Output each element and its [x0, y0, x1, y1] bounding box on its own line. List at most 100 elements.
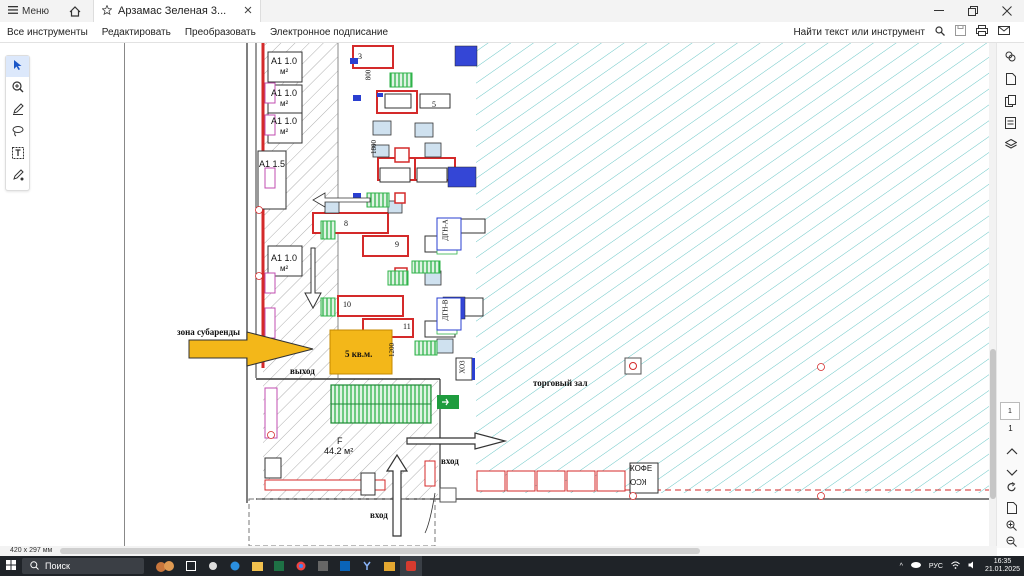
- label-dgn-v: ДГН-В: [441, 299, 450, 321]
- horizontal-scroll-thumb[interactable]: [60, 548, 700, 554]
- explorer-icon[interactable]: [246, 556, 268, 576]
- clock-time: 16:35: [993, 558, 1012, 565]
- restore-button[interactable]: [956, 0, 990, 22]
- edge-icon[interactable]: [224, 556, 246, 576]
- esign-menu[interactable]: Электронное подписание: [263, 27, 395, 38]
- label-3: 3: [358, 52, 362, 61]
- onedrive-icon[interactable]: [910, 562, 921, 570]
- mail-icon[interactable]: [998, 26, 1010, 38]
- copy-icon: [1005, 94, 1016, 110]
- widget-icon[interactable]: [150, 556, 180, 576]
- pdf-page[interactable]: А1 1.0 м² А1 1.0 м² А1 1.0 м² А1 1.5 А1 …: [124, 43, 989, 546]
- camera-app-icon[interactable]: [202, 556, 224, 576]
- search-icon: [30, 560, 39, 572]
- plan-label-a1: А1 1.0: [271, 116, 298, 126]
- taskbar-search[interactable]: Поиск: [22, 558, 144, 574]
- chevron-up-icon[interactable]: [1006, 444, 1018, 458]
- all-tools-menu[interactable]: Все инструменты: [0, 27, 95, 38]
- edit-menu[interactable]: Редактировать: [95, 27, 178, 38]
- outlook-icon[interactable]: [334, 556, 356, 576]
- yandex-icon[interactable]: [356, 556, 378, 576]
- area-size-label: 44.2 м²: [324, 446, 354, 456]
- lasso-icon: [12, 125, 24, 140]
- zoom-out-icon[interactable]: [1006, 536, 1017, 550]
- stamp-tool[interactable]: [6, 166, 29, 187]
- floor-plan-drawing: [125, 43, 989, 546]
- plan-label-a1: А1 1.0: [271, 56, 298, 66]
- minimize-button[interactable]: [922, 0, 956, 22]
- sublease-zone-label: зона субаренды: [177, 327, 241, 337]
- star-icon[interactable]: [101, 3, 113, 18]
- label-9: 9: [395, 240, 399, 249]
- coffee-label: КОФЕ: [630, 464, 653, 473]
- volume-icon[interactable]: [968, 561, 977, 571]
- stamp-icon: [12, 169, 24, 184]
- chevron-up-icon[interactable]: ^: [900, 563, 903, 570]
- document-tab[interactable]: Арзамас Зеленая 3...: [93, 0, 262, 22]
- app-icon[interactable]: [312, 556, 334, 576]
- title-bar: Меню Арзамас Зеленая 3...: [0, 0, 1024, 23]
- label-10: 10: [343, 300, 351, 309]
- menu-label: Меню: [22, 5, 50, 17]
- label-8: 8: [344, 219, 348, 228]
- home-icon[interactable]: [57, 0, 93, 22]
- clock-date: 21.01.2025: [984, 566, 1020, 573]
- kso-label: КСО: [630, 477, 647, 486]
- select-tool[interactable]: [6, 56, 29, 77]
- save-icon[interactable]: [955, 25, 966, 39]
- find-tool-label[interactable]: Найти текст или инструмент: [793, 27, 925, 38]
- stack-tool[interactable]: [997, 135, 1024, 157]
- folder-icon[interactable]: [378, 556, 400, 576]
- close-tab-icon[interactable]: [244, 5, 252, 17]
- plan-label-a1: А1 1.0: [271, 88, 298, 98]
- lasso-tool[interactable]: [6, 122, 29, 143]
- sales-hall-area: [476, 43, 989, 493]
- page-number-box[interactable]: 1: [1000, 402, 1020, 420]
- five-sqm-label: 5 кв.м.: [345, 349, 373, 359]
- acrobat-icon[interactable]: [400, 556, 422, 576]
- plan-label-m2: м²: [280, 67, 289, 76]
- zoom-in-icon[interactable]: [1006, 520, 1017, 534]
- exit-label: выход: [290, 366, 315, 376]
- horizontal-scrollbar[interactable]: [60, 548, 1000, 554]
- comment-tool[interactable]: [997, 47, 1024, 69]
- draw-tool[interactable]: [6, 100, 29, 121]
- clock[interactable]: 16:35 21.01.2025: [985, 558, 1020, 574]
- export-pdf-tool[interactable]: [997, 69, 1024, 91]
- pen-icon: [12, 103, 24, 118]
- language-indicator[interactable]: РУС: [929, 563, 943, 570]
- thumbnails-tool[interactable]: [997, 113, 1024, 135]
- chevron-down-icon[interactable]: [1006, 466, 1018, 480]
- windows-icon: [6, 560, 16, 572]
- close-window-button[interactable]: [990, 0, 1024, 22]
- cursor-icon: [13, 59, 23, 74]
- area-f-label: F: [337, 436, 343, 446]
- dimension-1800: 1800: [370, 140, 378, 154]
- page-fit-icon[interactable]: [1007, 502, 1017, 517]
- wifi-icon[interactable]: [951, 561, 960, 571]
- zoom-tool[interactable]: [6, 78, 29, 99]
- taskbar-search-label: Поиск: [45, 561, 70, 571]
- status-bar: 420 x 297 мм: [0, 546, 997, 556]
- menu-button[interactable]: Меню: [0, 0, 57, 22]
- print-icon[interactable]: [976, 25, 988, 39]
- rotate-icon[interactable]: [1006, 482, 1017, 496]
- chrome-icon[interactable]: [290, 556, 312, 576]
- label-11: 11: [403, 322, 411, 331]
- zoom-icon: [11, 81, 24, 96]
- task-view-icon[interactable]: [180, 556, 202, 576]
- excel-icon[interactable]: [268, 556, 290, 576]
- start-button[interactable]: [0, 556, 22, 576]
- page-size-label: 420 x 297 мм: [10, 547, 53, 554]
- tools-palette: [5, 55, 30, 191]
- search-icon[interactable]: [935, 25, 945, 39]
- plan-label-a1: А1 1.0: [271, 253, 298, 263]
- file-export-icon: [1005, 72, 1016, 88]
- plan-label-m2: м²: [280, 99, 289, 108]
- organize-tool[interactable]: [997, 91, 1024, 113]
- text-tool[interactable]: [6, 144, 29, 165]
- label-hoz: ХОЗ: [458, 360, 467, 374]
- plan-label-m2: м²: [280, 264, 289, 273]
- convert-menu[interactable]: Преобразовать: [178, 27, 263, 38]
- dimension-800: 800: [364, 69, 373, 81]
